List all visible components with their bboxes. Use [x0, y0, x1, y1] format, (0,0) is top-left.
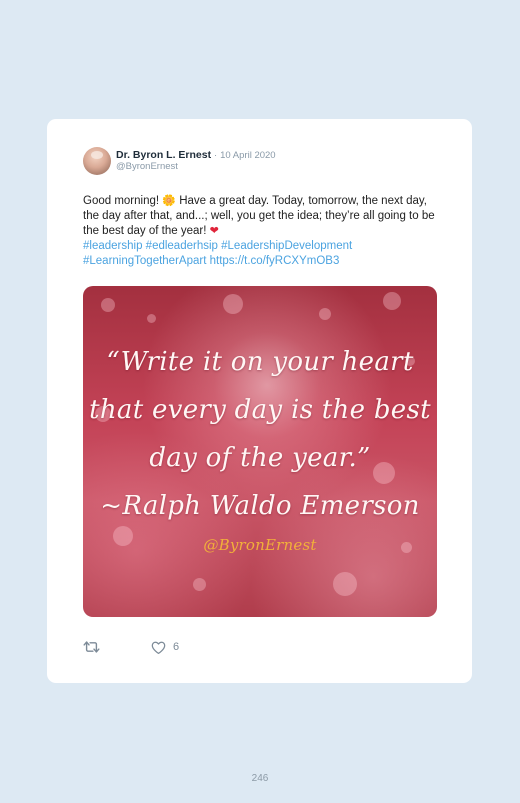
- hashtag-leadership[interactable]: #leadership: [83, 240, 142, 252]
- quote-line: “Write it on your heart: [106, 347, 414, 377]
- tweet-text: Good morning! 🌼 Have a great day. Today,…: [83, 194, 443, 269]
- quote-line: that every day is the best: [89, 395, 431, 425]
- heart-emoji-icon: ❤: [209, 225, 219, 237]
- author-line: Dr. Byron L. Ernest · 10 April 2020: [116, 149, 276, 161]
- tweet-date[interactable]: 10 April 2020: [220, 150, 275, 161]
- quote-attribution: ~Ralph Waldo Emerson: [100, 491, 420, 521]
- date-separator: ·: [214, 150, 218, 161]
- avatar[interactable]: [83, 147, 111, 175]
- retweet-button[interactable]: [83, 638, 100, 656]
- hashtag-learning-together-apart[interactable]: #LearningTogetherApart: [83, 255, 206, 267]
- image-watermark: @ByronErnest: [203, 536, 317, 554]
- author-handle[interactable]: @ByronErnest: [116, 161, 178, 172]
- quote-text: “Write it on your heart that every day i…: [83, 338, 437, 530]
- tweet-url-link[interactable]: https://t.co/fyRCXYmOB3: [210, 255, 340, 267]
- quote-line: day of the year.”: [149, 443, 371, 473]
- sun-emoji-icon: 🌼: [162, 195, 176, 207]
- bokeh-dot: [333, 572, 357, 596]
- tweet-card: Dr. Byron L. Ernest · 10 April 2020 @Byr…: [47, 119, 472, 683]
- like-count: 6: [173, 641, 180, 653]
- like-button[interactable]: 6: [151, 638, 179, 656]
- bokeh-dot: [147, 314, 156, 323]
- bokeh-dot: [383, 292, 401, 310]
- hashtag-leadership-development[interactable]: #LeadershipDevelopment: [221, 240, 352, 252]
- retweet-icon: [83, 640, 100, 654]
- bokeh-dot: [223, 294, 243, 314]
- bokeh-dot: [319, 308, 331, 320]
- tweet-text-intro: Good morning!: [83, 195, 160, 207]
- hashtag-edleaderhsip[interactable]: #edleaderhsip: [146, 240, 218, 252]
- bokeh-dot: [193, 578, 206, 591]
- bokeh-dot: [101, 298, 115, 312]
- heart-outline-icon: [151, 641, 166, 654]
- author-display-name[interactable]: Dr. Byron L. Ernest: [116, 149, 211, 161]
- page-number: 246: [251, 773, 269, 784]
- tweet-media-image[interactable]: “Write it on your heart that every day i…: [83, 286, 437, 617]
